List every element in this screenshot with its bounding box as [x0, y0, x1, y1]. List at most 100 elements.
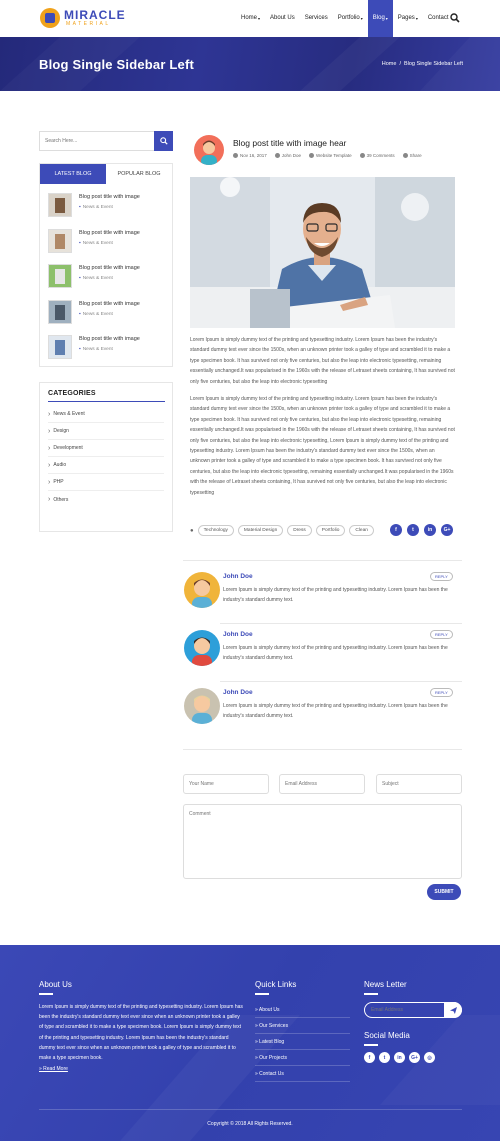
- brand-tagline: MATERIAL: [66, 21, 111, 27]
- category-item[interactable]: › Audio: [48, 457, 164, 474]
- linkedin-icon[interactable]: in: [424, 524, 436, 536]
- reply-button[interactable]: REPLY: [430, 572, 453, 581]
- post-comments-count[interactable]: 39 Comments: [367, 153, 395, 158]
- post-category: ▪ News & Event: [79, 312, 140, 317]
- category-item[interactable]: › PHP: [48, 474, 164, 491]
- post-category-label[interactable]: News & Event: [83, 276, 113, 281]
- divider: [183, 749, 462, 750]
- list-item[interactable]: Blog post title with image ▪ News & Event: [40, 220, 172, 256]
- tag-chip[interactable]: Clean: [349, 525, 374, 536]
- commenter-name[interactable]: John Doe: [223, 573, 253, 580]
- commenter-name[interactable]: John Doe: [223, 689, 253, 696]
- list-item[interactable]: Blog post title with image ▪ News & Event: [40, 184, 172, 220]
- footer-title-underline: [364, 1044, 378, 1046]
- footer-about-text: Lorem Ipsum is simply dummy text of the …: [39, 1004, 243, 1062]
- post-category[interactable]: Website Template: [316, 153, 352, 158]
- tag-chip[interactable]: Technology: [197, 525, 234, 536]
- name-field[interactable]: [183, 774, 269, 794]
- nav-item-home[interactable]: Home ▾: [236, 0, 265, 37]
- post-author[interactable]: John Doe: [282, 153, 301, 158]
- facebook-icon[interactable]: f: [364, 1052, 375, 1063]
- newsletter-email-input[interactable]: [365, 1007, 435, 1013]
- sidebar-search-button[interactable]: [154, 131, 173, 151]
- post-title: Blog post title with image hear: [233, 138, 347, 148]
- post-share[interactable]: Share: [410, 153, 422, 158]
- linkedin-icon[interactable]: in: [394, 1052, 405, 1063]
- nav-item-pages[interactable]: Pages ▾: [393, 0, 423, 37]
- tag-chip[interactable]: Material Design: [237, 525, 284, 536]
- search-icon: [159, 137, 168, 145]
- reply-button[interactable]: REPLY: [430, 630, 453, 639]
- list-item[interactable]: Blog post title with image ▪ News & Event: [40, 291, 172, 327]
- post-thumbnail[interactable]: [48, 228, 72, 253]
- breadcrumb-home[interactable]: Home: [382, 61, 397, 67]
- post-title-link[interactable]: Blog post title with image: [79, 301, 140, 307]
- footer-links-title: Quick Links: [255, 980, 297, 989]
- category-item[interactable]: › Others: [48, 491, 164, 508]
- twitter-icon[interactable]: t: [407, 524, 419, 536]
- submit-button[interactable]: SUBMIT: [427, 884, 461, 900]
- facebook-icon[interactable]: f: [390, 524, 402, 536]
- post-thumbnail[interactable]: [48, 335, 72, 359]
- category-item[interactable]: › Development: [48, 440, 164, 457]
- nav-item-blog[interactable]: Blog ▾: [367, 0, 393, 37]
- post-thumbnail[interactable]: [48, 193, 72, 217]
- top-navbar: MIRACLE MATERIAL Home ▾ About Us Services Po…: [0, 0, 500, 37]
- category-item[interactable]: › News & Event: [48, 406, 164, 423]
- post-date: Nov 16, 2017: [240, 153, 267, 158]
- blog-post: Blog post title with image hear Nov 16, …: [183, 131, 462, 900]
- email-field[interactable]: [279, 774, 365, 794]
- footer-link[interactable]: » Latest Blog: [255, 1034, 350, 1050]
- tab-popular-blog[interactable]: POPULAR BLOG: [106, 164, 172, 184]
- post-title-link[interactable]: Blog post title with image: [79, 265, 140, 271]
- tag-chip[interactable]: Portfolio: [315, 525, 346, 536]
- instagram-icon[interactable]: ◎: [424, 1052, 435, 1063]
- footer-link[interactable]: » About Us: [255, 1002, 350, 1018]
- post-title-link[interactable]: Blog post title with image: [79, 194, 140, 200]
- list-item[interactable]: Blog post title with image ▪ News & Event: [40, 326, 172, 362]
- post-paragraph-1: Lorem Ipsum is simply dummy text of the …: [190, 337, 455, 385]
- footer-title-underline: [364, 993, 378, 995]
- nav-item-about-us[interactable]: About Us: [265, 0, 300, 37]
- newsletter-send-button[interactable]: [444, 1002, 462, 1018]
- brand-logo[interactable]: MIRACLE MATERIAL: [40, 8, 126, 28]
- post-title-link[interactable]: Blog post title with image: [79, 336, 140, 342]
- tag-chip[interactable]: Dress: [287, 525, 312, 536]
- post-category-label[interactable]: News & Event: [83, 312, 113, 317]
- footer-title-underline: [255, 993, 269, 995]
- share-icon: [402, 153, 408, 158]
- google-plus-icon[interactable]: G+: [441, 524, 453, 536]
- post-thumbnail[interactable]: [48, 299, 72, 324]
- post-thumbnail[interactable]: [48, 264, 72, 288]
- subject-field[interactable]: [376, 774, 462, 794]
- post-title-link[interactable]: Blog post title with image: [79, 230, 140, 236]
- nav-item-services[interactable]: Services: [300, 0, 333, 37]
- commenter-name[interactable]: John Doe: [223, 631, 253, 638]
- comment-text: Lorem Ipsum is simply dummy text of the …: [223, 587, 448, 603]
- chevron-right-icon: ›: [48, 461, 51, 469]
- search-icon[interactable]: [450, 13, 460, 23]
- sidebar-search-input[interactable]: [40, 132, 154, 150]
- post-info: Blog post title with image ▪ News & Event: [79, 229, 140, 246]
- nav-item-contact[interactable]: Contact: [423, 0, 454, 37]
- reply-button[interactable]: REPLY: [430, 688, 453, 697]
- twitter-icon[interactable]: t: [379, 1052, 390, 1063]
- post-category-label[interactable]: News & Event: [83, 241, 113, 246]
- footer-link[interactable]: » Our Services: [255, 1018, 350, 1034]
- category-item[interactable]: › Design: [48, 423, 164, 440]
- chevron-right-icon: ›: [48, 496, 51, 503]
- footer-about-title: About Us: [39, 980, 72, 989]
- categories-title: CATEGORIES: [48, 389, 96, 397]
- list-item[interactable]: Blog post title with image ▪ News & Event: [40, 255, 172, 291]
- footer-link[interactable]: » Contact Us: [255, 1066, 350, 1082]
- post-category-label[interactable]: News & Event: [83, 347, 113, 352]
- tab-latest-blog[interactable]: LATEST BLOG: [40, 164, 106, 184]
- google-plus-icon[interactable]: G+: [409, 1052, 420, 1063]
- footer-divider: [39, 1109, 462, 1110]
- footer-newsletter-title: News Letter: [364, 980, 407, 989]
- post-category-label[interactable]: News & Event: [83, 205, 113, 210]
- nav-item-portfolio[interactable]: Portfolio ▾: [333, 0, 368, 37]
- comment-field[interactable]: [183, 804, 462, 879]
- footer-link[interactable]: » Our Projects: [255, 1050, 350, 1066]
- read-more-link[interactable]: » Read More: [39, 1066, 68, 1072]
